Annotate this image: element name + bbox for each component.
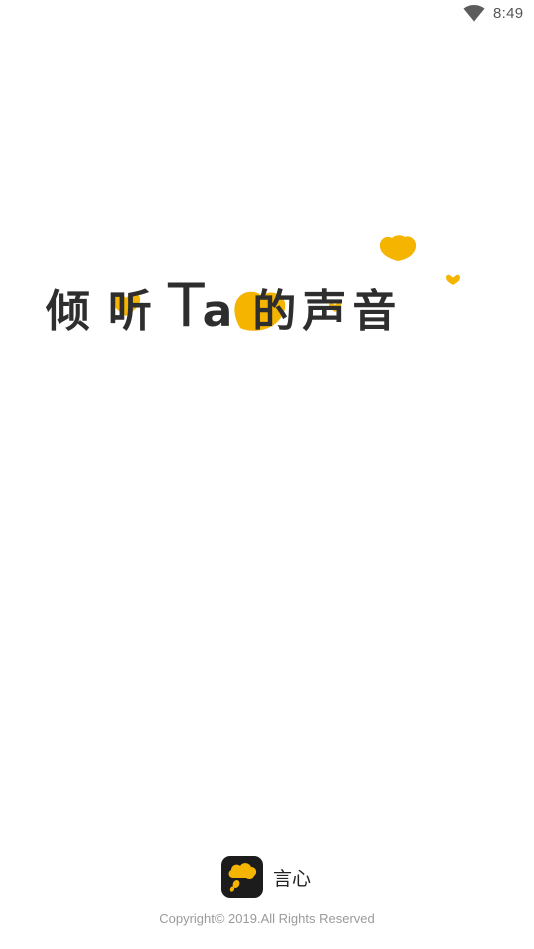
slogan-char: T bbox=[168, 271, 205, 341]
heart-blob-decoration bbox=[446, 274, 460, 285]
slogan-char: 听 bbox=[108, 286, 152, 337]
slogan-char: 音 bbox=[352, 286, 397, 337]
slogan-char: 的 bbox=[252, 286, 297, 337]
slogan-text: 倾听 Ta 的声音 bbox=[46, 271, 397, 341]
app-brand: 言心 bbox=[221, 856, 311, 898]
slogan: 倾听 Ta 的声音 bbox=[46, 230, 491, 340]
slogan-char: a bbox=[202, 286, 233, 337]
splash-screen: 8:49 倾听 Ta 的声音 言心 Copyright© 2019.All Ri… bbox=[0, 0, 534, 949]
app-name: 言心 bbox=[273, 867, 312, 890]
slogan-char: 倾 bbox=[46, 286, 90, 337]
wifi-icon bbox=[463, 5, 485, 22]
copyright-text: Copyright© 2019.All Rights Reserved bbox=[159, 911, 375, 926]
yanxin-app-icon bbox=[221, 856, 263, 898]
heart-blob-decoration bbox=[379, 235, 417, 261]
slogan-char: 声 bbox=[302, 286, 347, 337]
status-bar: 8:49 bbox=[0, 0, 534, 28]
status-time: 8:49 bbox=[493, 5, 524, 22]
